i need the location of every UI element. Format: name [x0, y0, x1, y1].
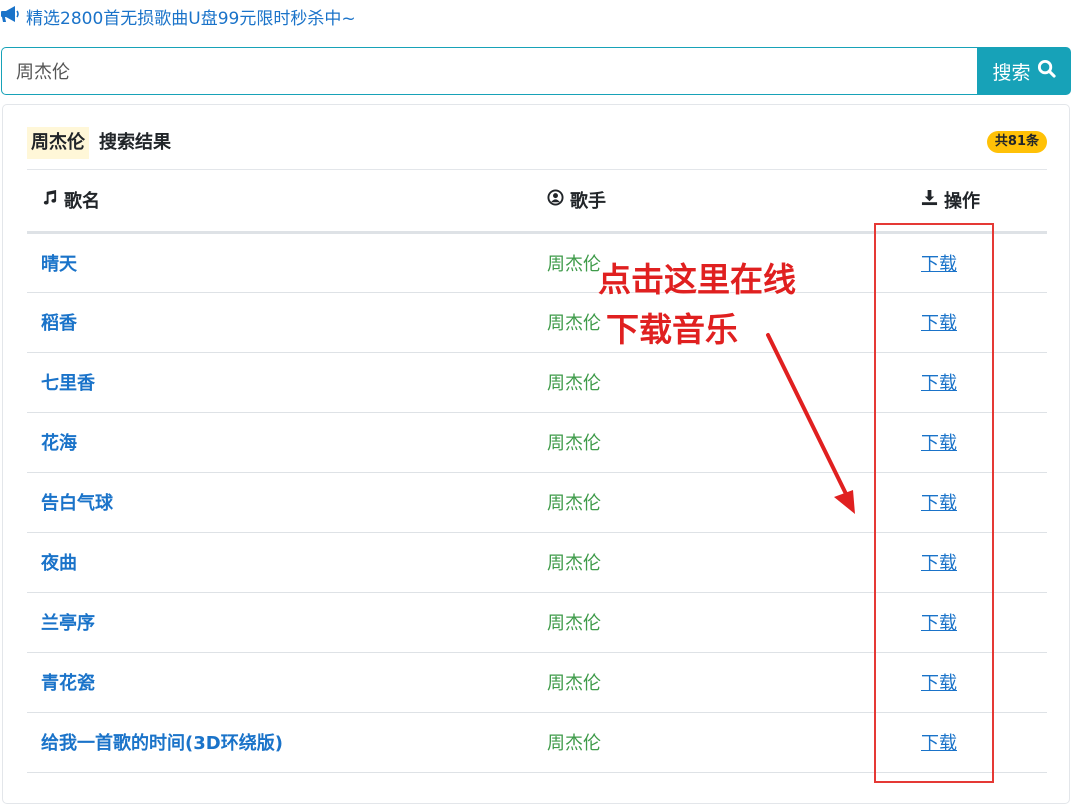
singer-name: 周杰伦 — [547, 373, 601, 394]
download-link[interactable]: 下载 — [921, 433, 957, 454]
column-label-song: 歌名 — [64, 191, 100, 213]
download-link[interactable]: 下载 — [921, 733, 957, 754]
song-link[interactable]: 七里香 — [41, 373, 95, 394]
column-header-singer: 歌手 — [533, 170, 905, 234]
download-link[interactable]: 下载 — [921, 553, 957, 574]
table-row: 稻香 周杰伦 下载 — [27, 292, 1047, 353]
search-bar: 搜索 — [1, 47, 1071, 95]
download-icon — [921, 189, 938, 211]
user-circle-icon — [547, 189, 564, 211]
table-row: 青花瓷 周杰伦 下载 — [27, 652, 1047, 713]
results-label: 搜索结果 — [99, 132, 171, 153]
table-row: 告白气球 周杰伦 下载 — [27, 472, 1047, 533]
download-link[interactable]: 下载 — [921, 673, 957, 694]
table-row: 夜曲 周杰伦 下载 — [27, 532, 1047, 593]
download-link[interactable]: 下载 — [921, 254, 957, 275]
column-label-action: 操作 — [944, 191, 980, 213]
column-header-song: 歌名 — [27, 170, 533, 234]
singer-name: 周杰伦 — [547, 613, 601, 634]
song-link[interactable]: 青花瓷 — [41, 673, 95, 694]
table-row: 七里香 周杰伦 下载 — [27, 352, 1047, 413]
song-link[interactable]: 花海 — [41, 433, 77, 454]
table-row: 兰亭序 周杰伦 下载 — [27, 592, 1047, 653]
bullhorn-icon — [0, 5, 22, 28]
results-card: 周杰伦 搜索结果 共81条 歌名 歌手 操作 晴天 周杰伦 下载 稻香 周杰伦 … — [2, 104, 1070, 804]
promo-banner[interactable]: 精选2800首无损歌曲U盘99元限时秒杀中~ — [0, 4, 356, 29]
singer-name: 周杰伦 — [547, 673, 601, 694]
search-button-label: 搜索 — [992, 61, 1031, 84]
column-header-action: 操作 — [905, 170, 1047, 234]
singer-name: 周杰伦 — [547, 493, 601, 514]
download-link[interactable]: 下载 — [921, 373, 957, 394]
table-row: 花海 周杰伦 下载 — [27, 412, 1047, 473]
results-header: 周杰伦 搜索结果 共81条 — [27, 125, 1047, 170]
search-button[interactable]: 搜索 — [977, 47, 1071, 95]
song-link[interactable]: 兰亭序 — [41, 613, 95, 634]
song-link[interactable]: 夜曲 — [41, 553, 77, 574]
singer-name: 周杰伦 — [547, 733, 601, 754]
column-label-singer: 歌手 — [570, 191, 606, 213]
promo-text: 精选2800首无损歌曲U盘99元限时秒杀中~ — [26, 8, 356, 29]
table-header-row: 歌名 歌手 操作 — [27, 170, 1047, 234]
download-link[interactable]: 下载 — [921, 493, 957, 514]
singer-name: 周杰伦 — [547, 553, 601, 574]
music-note-icon — [41, 189, 58, 211]
singer-name: 周杰伦 — [547, 433, 601, 454]
song-link[interactable]: 稻香 — [41, 313, 77, 334]
search-input[interactable] — [1, 47, 977, 95]
table-row: 晴天 周杰伦 下载 — [27, 232, 1047, 293]
singer-name: 周杰伦 — [547, 313, 601, 334]
song-link[interactable]: 晴天 — [41, 254, 77, 275]
search-icon — [1037, 59, 1056, 83]
song-link[interactable]: 告白气球 — [41, 493, 113, 514]
singer-name: 周杰伦 — [547, 253, 601, 275]
song-link[interactable]: 给我一首歌的时间(3D环绕版) — [41, 733, 283, 754]
download-link[interactable]: 下载 — [921, 313, 957, 334]
search-keyword: 周杰伦 — [27, 127, 89, 159]
download-link[interactable]: 下载 — [921, 613, 957, 634]
results-table: 歌名 歌手 操作 晴天 周杰伦 下载 稻香 周杰伦 下载 七里香 周杰伦 下载 … — [27, 170, 1047, 773]
table-row: 给我一首歌的时间(3D环绕版) 周杰伦 下载 — [27, 712, 1047, 773]
result-count-badge: 共81条 — [986, 131, 1047, 153]
